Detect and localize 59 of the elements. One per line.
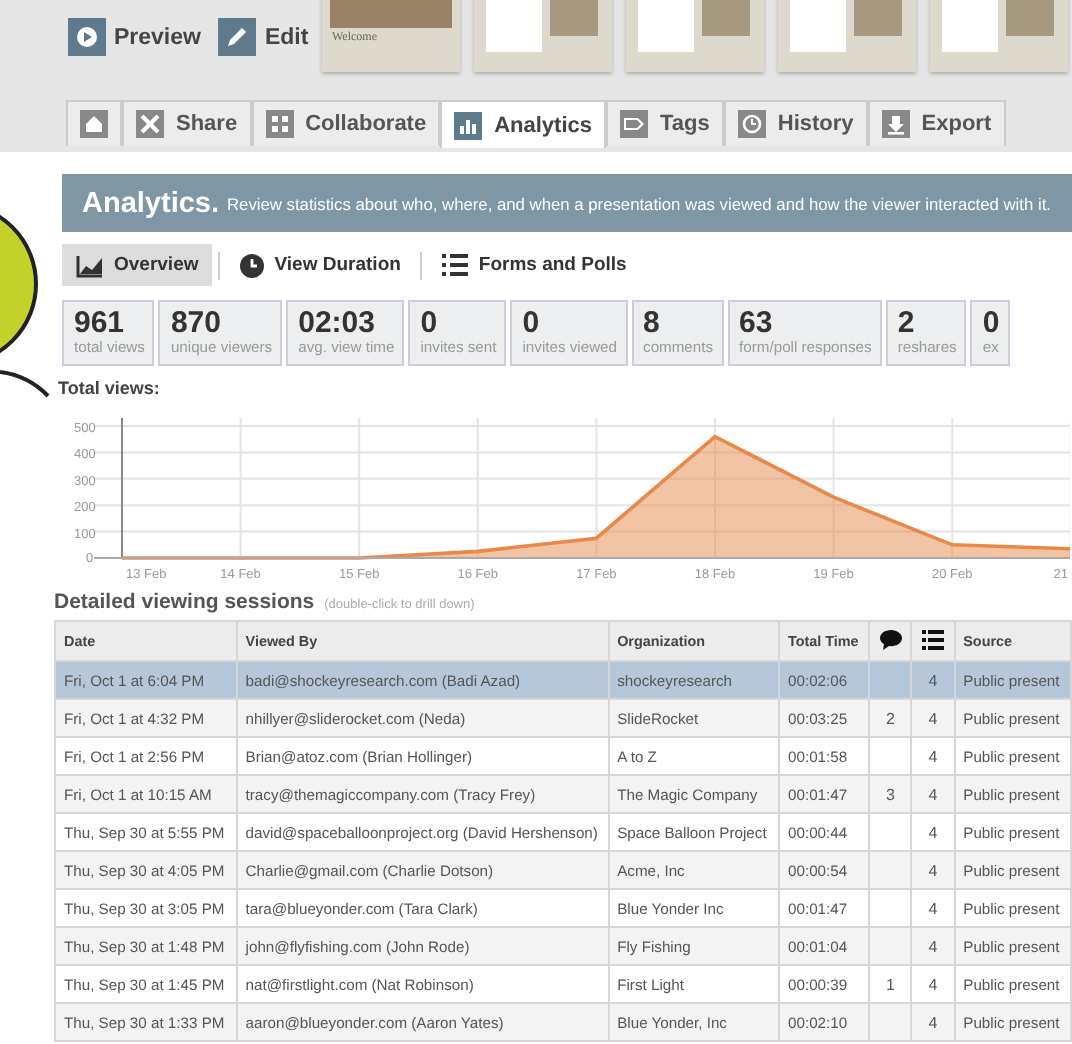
stat-value: 0: [522, 308, 542, 338]
clock-icon: [240, 253, 265, 277]
stat-value: 0: [420, 308, 440, 338]
duration-tab[interactable]: View Duration: [226, 244, 415, 286]
overview-tab[interactable]: Overview: [62, 244, 213, 286]
list-icon: [922, 629, 944, 649]
stat-value: 961: [74, 308, 127, 338]
speech-bubble-icon: [879, 629, 902, 649]
y-axis: [121, 417, 123, 559]
table-cell: 2: [885, 709, 895, 727]
table-cell: 1: [885, 975, 895, 993]
table-cell: 4: [928, 937, 938, 955]
chart-title: Total views:: [58, 378, 160, 398]
export-tab[interactable]: Export: [867, 100, 1006, 146]
stat-value: 870: [170, 308, 223, 338]
table-cell: 4: [928, 709, 938, 727]
section-title: Analytics.: [82, 187, 219, 219]
analytics-tab[interactable]: Analytics: [440, 100, 607, 148]
share-tab[interactable]: Share: [122, 100, 252, 146]
table-cell: 4: [928, 747, 938, 765]
table-cell: 4: [928, 975, 938, 993]
history-tab[interactable]: History: [723, 100, 868, 146]
pencil-icon: [218, 18, 257, 56]
tags-tab[interactable]: Tags: [606, 100, 724, 146]
table-cell: 3: [885, 785, 895, 803]
edit-link[interactable]: Edit: [218, 18, 309, 56]
table-cell: 4: [928, 785, 938, 803]
stat-value: 63: [739, 308, 775, 338]
home-tab[interactable]: [66, 100, 122, 146]
stat-value: 2: [897, 308, 917, 338]
forms-tab[interactable]: Forms and Polls: [428, 244, 641, 286]
table-title: Detailed viewing sessions: [54, 590, 315, 614]
preview-link[interactable]: Preview: [68, 18, 201, 56]
area-chart-icon: [76, 253, 104, 277]
slide-thumbnail[interactable]: [930, 0, 1068, 72]
table-cell: 4: [928, 823, 938, 841]
slide-thumbnail[interactable]: [778, 0, 916, 72]
table-cell: 4: [928, 1013, 938, 1031]
list-column-header[interactable]: [911, 621, 955, 661]
list-icon: [442, 254, 469, 276]
home-icon: [80, 110, 108, 138]
table-cell: 4: [928, 899, 938, 917]
table-cell: 4: [928, 861, 938, 879]
slide-thumbnail[interactable]: [626, 0, 764, 72]
download-icon: [881, 110, 910, 138]
tag-icon: [620, 110, 649, 138]
share-icon: [136, 110, 164, 138]
play-icon: [68, 18, 106, 56]
comment-column-header[interactable]: [868, 621, 912, 661]
stat-value: 8: [643, 308, 662, 338]
stat-value: 02:03: [298, 308, 377, 338]
bar-chart-icon: [454, 111, 483, 139]
collaborate-tab[interactable]: Collaborate: [251, 100, 441, 146]
table-cell: 4: [928, 671, 938, 689]
stat-value: 0: [982, 308, 1000, 338]
slide-thumbnail[interactable]: [474, 0, 612, 72]
section-description: Review statistics about who, where, and when a presentation was viewed and how the viewer interacted with it.: [227, 193, 1051, 213]
grid-icon: [265, 110, 294, 138]
clock-icon: [737, 110, 766, 138]
